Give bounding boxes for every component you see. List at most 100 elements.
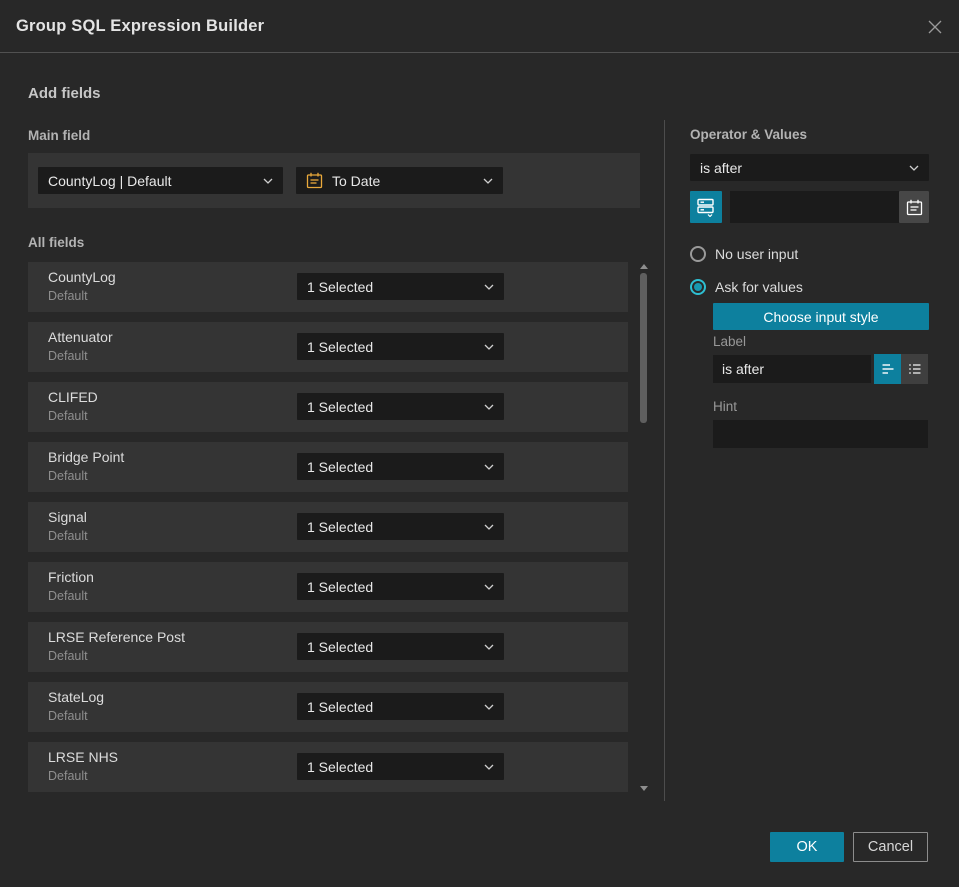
date-value-input[interactable] bbox=[730, 191, 898, 223]
field-row: Friction Default 1 Selected bbox=[28, 562, 628, 612]
field-subtitle: Default bbox=[48, 769, 88, 783]
all-fields-label: All fields bbox=[28, 235, 85, 250]
field-row: LRSE Reference Post Default 1 Selected bbox=[28, 622, 628, 672]
bulleted-list-icon bbox=[908, 364, 920, 374]
field-selected-dropdown[interactable]: 1 Selected bbox=[297, 273, 504, 300]
field-row: Signal Default 1 Selected bbox=[28, 502, 628, 552]
dialog-title: Group SQL Expression Builder bbox=[16, 17, 265, 35]
list-style-button[interactable] bbox=[901, 354, 928, 384]
field-selected-dropdown-label: 1 Selected bbox=[307, 578, 374, 595]
field-name: Attenuator bbox=[48, 329, 113, 345]
field-name: StateLog bbox=[48, 689, 105, 705]
field-name: Bridge Point bbox=[48, 449, 125, 465]
field-selected-dropdown-label: 1 Selected bbox=[307, 698, 374, 715]
cancel-button[interactable]: Cancel bbox=[853, 832, 928, 862]
date-value-field bbox=[730, 191, 929, 223]
chevron-down-icon bbox=[484, 524, 494, 530]
add-fields-heading: Add fields bbox=[28, 85, 101, 102]
field-selected-dropdown[interactable]: 1 Selected bbox=[297, 453, 504, 480]
radio-ask-for-values[interactable]: Ask for values bbox=[690, 279, 803, 295]
main-field-bar: CountyLog | Default To Date bbox=[28, 153, 640, 208]
field-row: Attenuator Default 1 Selected bbox=[28, 322, 628, 372]
chevron-down-icon bbox=[484, 644, 494, 650]
field-name: Friction bbox=[48, 569, 94, 585]
chevron-down-icon bbox=[484, 344, 494, 350]
operator-select[interactable]: is after bbox=[690, 154, 929, 181]
main-field-label: Main field bbox=[28, 128, 91, 143]
radio-off-icon bbox=[690, 246, 706, 262]
chevron-down-icon bbox=[909, 165, 919, 171]
chevron-down-icon bbox=[484, 764, 494, 770]
field-subtitle: Default bbox=[48, 469, 88, 483]
label-input[interactable] bbox=[713, 355, 871, 383]
date-picker-button[interactable] bbox=[899, 191, 929, 223]
field-selected-dropdown[interactable]: 1 Selected bbox=[297, 513, 504, 540]
field-selected-dropdown[interactable]: 1 Selected bbox=[297, 693, 504, 720]
radio-on-icon bbox=[690, 279, 706, 295]
field-row: Bridge Point Default 1 Selected bbox=[28, 442, 628, 492]
value-stack-icon bbox=[697, 198, 714, 217]
field-subtitle: Default bbox=[48, 529, 88, 543]
single-line-style-button[interactable] bbox=[874, 354, 901, 384]
field-selected-dropdown[interactable]: 1 Selected bbox=[297, 633, 504, 660]
field-name: LRSE Reference Post bbox=[48, 629, 185, 645]
hint-input[interactable] bbox=[713, 420, 928, 448]
main-field-date-select-value: To Date bbox=[332, 172, 381, 189]
field-name: Signal bbox=[48, 509, 87, 525]
scroll-down-arrow-icon[interactable] bbox=[640, 786, 648, 791]
field-selected-dropdown-label: 1 Selected bbox=[307, 338, 374, 355]
field-selected-dropdown-label: 1 Selected bbox=[307, 638, 374, 655]
field-name: CountyLog bbox=[48, 269, 116, 285]
main-field-select[interactable]: CountyLog | Default bbox=[38, 167, 283, 194]
field-selected-dropdown[interactable]: 1 Selected bbox=[297, 333, 504, 360]
field-selected-dropdown-label: 1 Selected bbox=[307, 278, 374, 295]
main-field-select-value: CountyLog | Default bbox=[48, 172, 172, 189]
radio-no-user-input-label: No user input bbox=[715, 246, 799, 262]
field-subtitle: Default bbox=[48, 649, 88, 663]
field-row: CLIFED Default 1 Selected bbox=[28, 382, 628, 432]
field-row: CountyLog Default 1 Selected bbox=[28, 262, 628, 312]
field-selected-dropdown[interactable]: 1 Selected bbox=[297, 573, 504, 600]
field-selected-dropdown-label: 1 Selected bbox=[307, 518, 374, 535]
chevron-down-icon bbox=[484, 404, 494, 410]
field-subtitle: Default bbox=[48, 709, 88, 723]
chevron-down-icon bbox=[484, 704, 494, 710]
field-name: CLIFED bbox=[48, 389, 98, 405]
ok-button[interactable]: OK bbox=[770, 832, 844, 862]
field-selected-dropdown[interactable]: 1 Selected bbox=[297, 753, 504, 780]
operator-values-heading: Operator & Values bbox=[690, 127, 808, 142]
chevron-down-icon bbox=[484, 284, 494, 290]
field-selected-dropdown-label: 1 Selected bbox=[307, 458, 374, 475]
value-source-button[interactable] bbox=[690, 191, 722, 223]
field-selected-dropdown[interactable]: 1 Selected bbox=[297, 393, 504, 420]
operator-select-value: is after bbox=[700, 159, 743, 176]
close-icon[interactable] bbox=[925, 17, 945, 37]
scroll-up-arrow-icon[interactable] bbox=[640, 264, 648, 269]
chevron-down-icon bbox=[263, 178, 273, 184]
chevron-down-icon bbox=[483, 178, 493, 184]
hint-field-label: Hint bbox=[713, 399, 738, 414]
radio-no-user-input[interactable]: No user input bbox=[690, 246, 798, 262]
field-row: StateLog Default 1 Selected bbox=[28, 682, 628, 732]
chevron-down-icon bbox=[484, 584, 494, 590]
dialog-header: Group SQL Expression Builder bbox=[0, 0, 959, 53]
list-scrollbar[interactable] bbox=[639, 262, 649, 793]
calendar-icon bbox=[906, 199, 922, 215]
field-subtitle: Default bbox=[48, 289, 88, 303]
field-selected-dropdown-label: 1 Selected bbox=[307, 398, 374, 415]
chevron-down-icon bbox=[484, 464, 494, 470]
field-subtitle: Default bbox=[48, 349, 88, 363]
choose-input-style-button[interactable]: Choose input style bbox=[713, 303, 929, 330]
calendar-icon bbox=[306, 172, 323, 189]
align-left-icon bbox=[882, 364, 893, 374]
field-row: LRSE NHS Default 1 Selected bbox=[28, 742, 628, 792]
radio-ask-for-values-label: Ask for values bbox=[715, 279, 803, 295]
field-subtitle: Default bbox=[48, 409, 88, 423]
scrollbar-thumb[interactable] bbox=[640, 273, 647, 423]
field-name: LRSE NHS bbox=[48, 749, 119, 765]
field-selected-dropdown-label: 1 Selected bbox=[307, 758, 374, 775]
main-field-date-select[interactable]: To Date bbox=[296, 167, 503, 194]
label-field-label: Label bbox=[713, 334, 747, 349]
field-subtitle: Default bbox=[48, 589, 88, 603]
group-sql-expression-builder-dialog: Group SQL Expression Builder Add fields … bbox=[0, 0, 959, 887]
